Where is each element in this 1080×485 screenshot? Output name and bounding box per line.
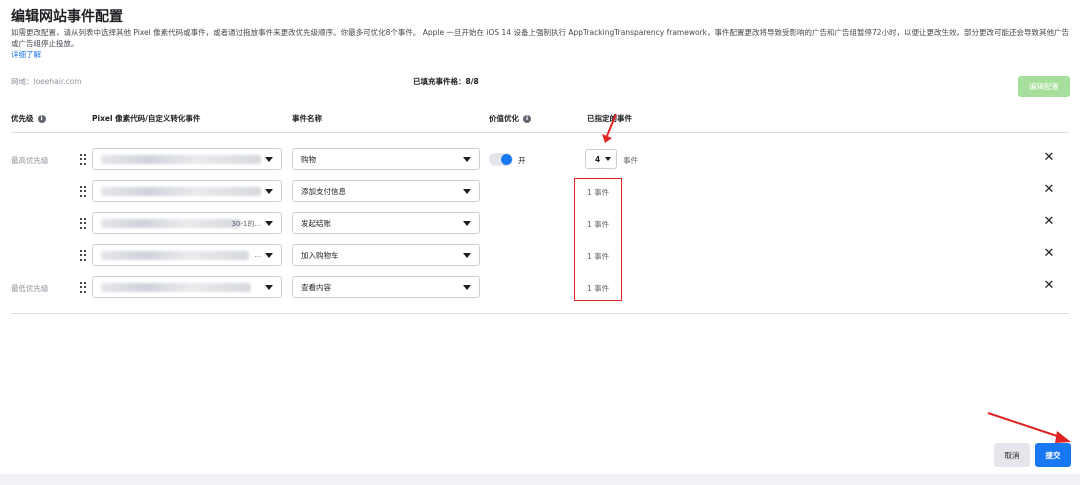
- drag-handle-icon[interactable]: [80, 218, 86, 229]
- pixel-select[interactable]: ...: [92, 244, 282, 266]
- chevron-down-icon: [463, 253, 471, 258]
- drag-handle-icon[interactable]: [80, 154, 86, 165]
- pixel-value-blurred: [101, 154, 261, 164]
- pixel-value-blurred: [101, 282, 251, 292]
- event-select-value: 购物: [301, 154, 316, 164]
- pixel-value-blurred: [101, 186, 261, 196]
- domain-label: 网域：loeehair.com: [11, 77, 82, 86]
- chevron-down-icon: [265, 157, 273, 162]
- info-icon[interactable]: i: [37, 114, 46, 123]
- event-row: 最低优先级 查看内容 1 事件 ✕: [0, 276, 1080, 300]
- pixel-value-blurred: [101, 218, 241, 228]
- toggle-label: 开: [518, 156, 526, 165]
- drag-handle-icon[interactable]: [80, 250, 86, 261]
- event-select[interactable]: 购物: [292, 148, 480, 170]
- annotation-arrow-icon: [987, 412, 1071, 443]
- event-row: ... 加入购物车 1 事件 ✕: [0, 244, 1080, 268]
- event-select-value: 加入购物车: [301, 250, 339, 260]
- pixel-value-tail: 30-1的...: [231, 220, 261, 228]
- close-icon[interactable]: ✕: [1043, 183, 1055, 196]
- event-row: 添加支付信息 1 事件 ✕: [0, 180, 1080, 204]
- event-count-value: 4: [595, 154, 601, 164]
- toggle-knob: [501, 154, 512, 165]
- event-select-value: 添加支付信息: [301, 186, 346, 196]
- value-optimization-toggle[interactable]: [489, 153, 513, 166]
- pixel-value-tail: ...: [254, 251, 261, 259]
- event-select-value: 发起结账: [301, 218, 331, 228]
- chevron-down-icon: [463, 157, 471, 162]
- filled-count: 已填充事件格：8/8: [413, 77, 479, 86]
- close-icon[interactable]: ✕: [1043, 279, 1055, 292]
- cancel-button[interactable]: 取消: [994, 443, 1030, 467]
- chevron-down-icon: [265, 285, 273, 290]
- event-select-value: 查看内容: [301, 282, 331, 292]
- pixel-header: Pixel 像素代码/自定义转化事件: [92, 113, 200, 124]
- close-icon[interactable]: ✕: [1043, 215, 1055, 228]
- pixel-select[interactable]: [92, 180, 282, 202]
- annotation-arrow-icon: [602, 113, 617, 143]
- value-optimization-header: 价值优化 i: [489, 113, 531, 124]
- close-icon[interactable]: ✕: [1043, 247, 1055, 260]
- priority-label: 最高优先级: [11, 156, 49, 165]
- edit-config-button[interactable]: 编辑配置: [1018, 76, 1070, 97]
- event-select[interactable]: 发起结账: [292, 212, 480, 234]
- annotation-highlight-box: [574, 178, 622, 301]
- pixel-select[interactable]: [92, 148, 282, 170]
- event-count-select[interactable]: 4: [585, 149, 617, 169]
- chevron-down-icon: [265, 189, 273, 194]
- event-row: 最高优先级 购物 开 4 事件 ✕: [0, 148, 1080, 172]
- footer-bar: [0, 474, 1080, 485]
- value-optimization-header-label: 价值优化: [489, 114, 519, 123]
- chevron-down-icon: [463, 285, 471, 290]
- header-divider: [11, 132, 1069, 133]
- event-select[interactable]: 加入购物车: [292, 244, 480, 266]
- table-bottom-divider: [11, 313, 1069, 314]
- chevron-down-icon: [605, 157, 611, 161]
- chevron-down-icon: [265, 253, 273, 258]
- priority-label: 最低优先级: [11, 284, 49, 293]
- chevron-down-icon: [265, 221, 273, 226]
- event-name-header: 事件名称: [292, 113, 322, 124]
- chevron-down-icon: [463, 221, 471, 226]
- submit-button[interactable]: 提交: [1035, 443, 1071, 467]
- event-name-header-label: 事件名称: [292, 114, 322, 123]
- page-title: 编辑网站事件配置: [11, 9, 123, 25]
- pixel-header-label: Pixel 像素代码/自定义转化事件: [92, 114, 201, 123]
- pixel-value-blurred: [101, 250, 249, 260]
- close-icon[interactable]: ✕: [1043, 151, 1055, 164]
- pixel-select[interactable]: 30-1的...: [92, 212, 282, 234]
- priority-header-label: 优先级: [11, 114, 34, 123]
- drag-handle-icon[interactable]: [80, 282, 86, 293]
- event-count-unit: 事件: [623, 156, 638, 165]
- chevron-down-icon: [463, 189, 471, 194]
- learn-more-link[interactable]: 详细了解: [11, 49, 41, 60]
- event-select[interactable]: 添加支付信息: [292, 180, 480, 202]
- pixel-select[interactable]: [92, 276, 282, 298]
- drag-handle-icon[interactable]: [80, 186, 86, 197]
- event-select[interactable]: 查看内容: [292, 276, 480, 298]
- priority-header: 优先级 i: [11, 113, 46, 124]
- page-description: 如需更改配置，请从列表中选择其他 Pixel 像素代码或事件，或者通过拖放事件来…: [11, 28, 1070, 48]
- event-row: 30-1的... 发起结账 1 事件 ✕: [0, 212, 1080, 236]
- info-icon[interactable]: i: [523, 114, 531, 123]
